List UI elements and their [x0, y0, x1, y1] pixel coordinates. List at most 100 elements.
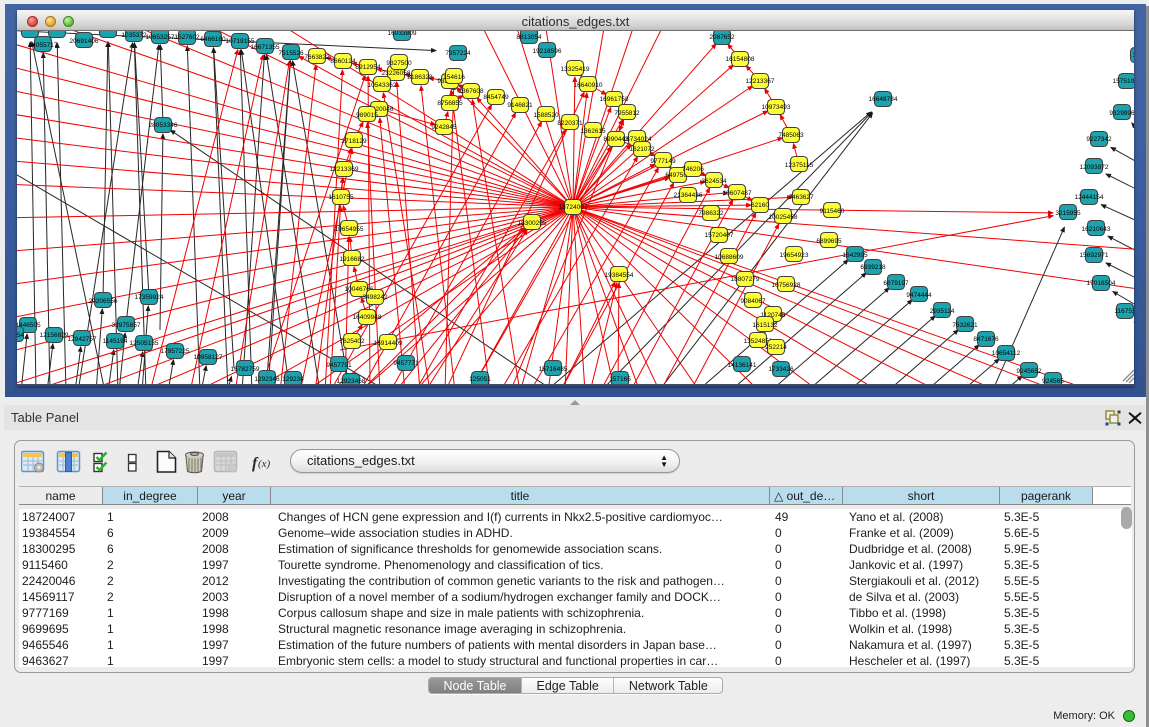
svg-text:1733426: 1733426	[768, 366, 794, 373]
svg-text:8220371: 8220371	[557, 120, 583, 127]
svg-text:14055717: 14055717	[29, 42, 58, 49]
svg-text:16409948: 16409948	[353, 314, 382, 321]
svg-text:116753: 116753	[1114, 308, 1134, 315]
svg-text:7663822: 7663822	[304, 54, 330, 61]
svg-text:7986322: 7986322	[698, 210, 724, 217]
svg-text:32975857: 32975857	[112, 322, 141, 329]
svg-text:12156829: 12156829	[40, 332, 69, 339]
svg-text:154616: 154616	[443, 74, 465, 81]
svg-text:62160: 62160	[751, 202, 769, 209]
svg-text:1610755: 1610755	[328, 194, 354, 201]
svg-text:6939218: 6939218	[860, 264, 886, 271]
svg-text:7515526: 7515526	[278, 50, 304, 57]
svg-text:9242845: 9242845	[431, 124, 457, 131]
svg-text:8756855: 8756855	[437, 100, 463, 107]
svg-text:15716485: 15716485	[539, 366, 568, 373]
svg-text:12923468: 12923468	[337, 378, 366, 384]
svg-text:157165: 157165	[609, 376, 631, 383]
svg-text:3624534: 3624534	[701, 178, 727, 185]
svg-text:2087652: 2087652	[709, 34, 735, 41]
svg-text:16210643: 16210643	[1082, 226, 1111, 233]
svg-text:9327500: 9327500	[386, 60, 412, 67]
svg-text:16671355: 16671355	[251, 44, 280, 51]
svg-text:10653257: 10653257	[146, 34, 175, 41]
svg-text:1145194: 1145194	[103, 338, 128, 345]
svg-text:39154: 39154	[17, 332, 24, 339]
svg-text:9245652: 9245652	[1016, 368, 1042, 375]
svg-text:20206556: 20206556	[89, 298, 118, 305]
svg-text:8660124: 8660124	[330, 58, 356, 65]
svg-text:9329996: 9329996	[1109, 110, 1134, 117]
svg-text:9084067: 9084067	[740, 298, 766, 305]
svg-text:10607487: 10607487	[723, 190, 752, 197]
svg-text:12444154: 12444154	[1075, 194, 1104, 201]
svg-text:16154808: 16154808	[726, 56, 755, 63]
svg-text:7625402: 7625402	[339, 338, 365, 345]
svg-text:10958127: 10958127	[194, 354, 223, 361]
svg-text:9115460: 9115460	[820, 208, 845, 215]
svg-text:9463627: 9463627	[788, 194, 814, 201]
svg-text:14136141: 14136141	[728, 362, 757, 369]
svg-text:12213369: 12213369	[330, 166, 359, 173]
svg-text:10756928: 10756928	[772, 282, 801, 289]
svg-text:28053346: 28053346	[149, 122, 178, 129]
svg-text:989015: 989015	[356, 112, 378, 119]
svg-text:18724007: 18724007	[559, 204, 588, 211]
svg-text:9777149: 9777149	[650, 158, 676, 165]
svg-text:15720407: 15720407	[705, 232, 734, 239]
svg-text:125051: 125051	[469, 376, 491, 383]
svg-text:12375115: 12375115	[785, 162, 814, 169]
svg-text:12942757: 12942757	[68, 336, 97, 343]
svg-text:16640910: 16640910	[574, 82, 603, 89]
svg-text:1112: 1112	[1132, 52, 1134, 59]
svg-text:8912954: 8912954	[355, 64, 381, 71]
svg-text:12505135: 12505135	[130, 340, 159, 347]
svg-text:12213367: 12213367	[746, 78, 775, 85]
svg-text:21364436: 21364436	[674, 192, 703, 199]
svg-text:18807279: 18807279	[731, 276, 760, 283]
svg-text:16914409: 16914409	[374, 340, 403, 347]
svg-text:1588520: 1588520	[533, 112, 559, 119]
svg-text:7485063: 7485063	[778, 132, 804, 139]
svg-text:18300295: 18300295	[518, 220, 547, 227]
svg-text:924565: 924565	[1042, 378, 1064, 384]
svg-text:15751074: 15751074	[1113, 78, 1134, 85]
svg-text:6899695: 6899695	[816, 238, 842, 245]
svg-text:1292346: 1292346	[254, 376, 280, 383]
svg-text:16961758: 16961758	[600, 96, 629, 103]
svg-text:3215955: 3215955	[1055, 210, 1081, 217]
svg-text:7632621: 7632621	[952, 322, 978, 329]
svg-text:7955812: 7955812	[614, 110, 640, 117]
svg-text:17016504: 17016504	[1087, 280, 1116, 287]
svg-text:1916682: 1916682	[339, 256, 365, 263]
svg-text:1615132: 1615132	[752, 322, 778, 329]
svg-text:746206: 746206	[682, 166, 704, 173]
svg-text:19654955: 19654955	[335, 226, 364, 233]
svg-text:17359924: 17359924	[135, 294, 164, 301]
svg-text:8454749: 8454749	[483, 94, 509, 101]
svg-text:1362615: 1362615	[580, 128, 606, 135]
svg-text:2935114: 2935114	[930, 308, 955, 315]
svg-text:10654112: 10654112	[992, 350, 1021, 357]
svg-text:12093872: 12093872	[1080, 164, 1109, 171]
svg-text:19384554: 19384554	[605, 272, 634, 279]
svg-text:10543362: 10543362	[368, 82, 397, 89]
svg-text:2718129: 2718129	[341, 138, 367, 145]
svg-text:10688609: 10688609	[715, 254, 744, 261]
svg-text:10973493: 10973493	[762, 104, 791, 111]
svg-text:7357224: 7357224	[445, 50, 471, 57]
svg-text:6466160: 6466160	[200, 36, 226, 43]
svg-text:2367608: 2367608	[458, 88, 484, 95]
svg-text:1642995: 1642995	[842, 252, 868, 259]
svg-text:16782759: 16782759	[231, 366, 260, 373]
svg-text:20691406: 20691406	[70, 38, 99, 45]
svg-text:16648784: 16648784	[869, 96, 898, 103]
svg-text:8186328: 8186328	[407, 74, 433, 81]
svg-text:13325419: 13325419	[561, 66, 590, 73]
svg-text:1527602: 1527602	[174, 34, 200, 41]
svg-text:10025458: 10025458	[769, 214, 798, 221]
svg-text:9457771: 9457771	[393, 360, 419, 367]
svg-text:9146821: 9146821	[507, 102, 533, 109]
svg-text:15692971: 15692971	[1080, 252, 1109, 259]
svg-text:(x): (x)	[258, 458, 271, 470]
